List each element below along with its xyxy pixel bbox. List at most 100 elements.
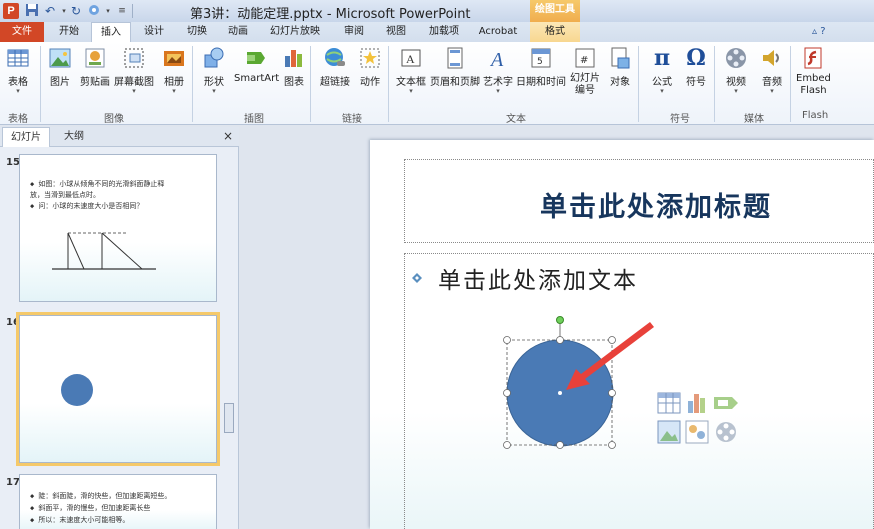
insert-smartart-button[interactable]: SmartArt bbox=[234, 46, 279, 84]
insert-symbol-button[interactable]: Ω 符号 bbox=[684, 46, 708, 88]
powerpoint-logo-icon[interactable]: P bbox=[3, 3, 19, 19]
insert-action-button[interactable]: 动作 bbox=[358, 46, 382, 88]
smartart-icon bbox=[245, 46, 269, 70]
tab-acrobat[interactable]: Acrobat bbox=[472, 22, 524, 42]
insert-chart-icon[interactable] bbox=[688, 394, 705, 413]
hyperlink-globe-icon bbox=[323, 46, 347, 70]
insert-media-icon[interactable] bbox=[716, 422, 736, 442]
tab-insert[interactable]: 插入 bbox=[91, 22, 131, 42]
action-star-icon bbox=[358, 46, 382, 70]
tab-slideshow[interactable]: 幻灯片放映 bbox=[262, 22, 328, 42]
insert-header-footer-button[interactable]: 页眉和页脚 bbox=[430, 46, 480, 88]
title-bar: P ↶ ▾ ↻ ▾ ≡ 第3讲：动能定理.pptx - Microsoft Po… bbox=[0, 0, 874, 22]
slide-number: 16 bbox=[6, 317, 20, 328]
tab-view[interactable]: 视图 bbox=[376, 22, 416, 42]
insert-clipart-icon[interactable] bbox=[685, 420, 709, 444]
insert-clipart-button[interactable]: 剪贴画 bbox=[80, 46, 110, 88]
panel-tabs: 幻灯片 大纲 × bbox=[0, 127, 239, 147]
group-label-links: 链接 bbox=[342, 114, 362, 125]
insert-wordart-button[interactable]: A 艺术字 ▾ bbox=[483, 46, 513, 95]
tab-animations[interactable]: 动画 bbox=[218, 22, 258, 42]
thumbnail-scrollbar[interactable] bbox=[222, 149, 236, 529]
title-placeholder-text[interactable]: 单击此处添加标题 bbox=[540, 185, 772, 224]
help-collapse-icon[interactable]: ▵ ? bbox=[812, 26, 826, 37]
insert-object-button[interactable]: 对象 bbox=[608, 46, 632, 88]
diamond-bullet-icon bbox=[412, 273, 422, 283]
insert-table-icon[interactable] bbox=[657, 392, 681, 414]
svg-text:5: 5 bbox=[537, 57, 543, 67]
tab-addins[interactable]: 加载项 bbox=[422, 22, 466, 42]
tab-review[interactable]: 审阅 bbox=[334, 22, 374, 42]
tab-home[interactable]: 开始 bbox=[49, 22, 89, 42]
wordart-icon: A bbox=[486, 46, 510, 71]
insert-textbox-button[interactable]: A 文本框 ▾ bbox=[396, 46, 426, 95]
pi-icon: π bbox=[653, 45, 671, 71]
slides-panel: 幻灯片 大纲 × 15 ◆ 如图：小球从倾角不同的光滑斜面静止释 放，当滑到最低… bbox=[0, 127, 239, 529]
save-icon[interactable] bbox=[24, 3, 40, 19]
svg-text:A: A bbox=[489, 49, 504, 70]
thumb-text-line: 放，当滑到最低点时。 bbox=[30, 191, 100, 199]
group-label-media: 媒体 bbox=[744, 114, 764, 125]
insert-screenshot-button[interactable]: 屏幕截图 ▾ bbox=[114, 46, 154, 95]
group-label-flash: Flash bbox=[802, 110, 829, 121]
tab-file[interactable]: 文件 bbox=[0, 22, 44, 42]
textbox-icon: A bbox=[399, 46, 423, 70]
insert-smartart-icon[interactable] bbox=[714, 397, 738, 409]
insert-audio-button[interactable]: 音频 ▾ bbox=[760, 46, 784, 95]
shapes-icon bbox=[202, 46, 226, 70]
slide-thumbnail-16[interactable] bbox=[16, 312, 220, 466]
thumb-text-line: ◆ 陡：斜面陡，滑的快些，但加速距离短些。 bbox=[30, 492, 172, 500]
tab-slides[interactable]: 幻灯片 bbox=[2, 127, 50, 147]
slide-thumbnail-17[interactable]: ◆ 陡：斜面陡，滑的快些，但加速距离短些。 ◆ 斜面平，滑的慢些，但加速距离长些… bbox=[19, 474, 217, 529]
insert-chart-button[interactable]: 图表 bbox=[282, 46, 306, 88]
window-title: 第3讲：动能定理.pptx - Microsoft PowerPoint bbox=[190, 7, 471, 22]
thumb-text-line: ◆ 斜面平，滑的慢些，但加速距离长些 bbox=[30, 504, 151, 512]
insert-equation-button[interactable]: π 公式 ▾ bbox=[650, 46, 674, 95]
thumb-text-line: ◆ 所以：末速度大小可能相等。 bbox=[30, 516, 130, 524]
incline-diagram bbox=[52, 232, 156, 270]
tab-transitions[interactable]: 切换 bbox=[177, 22, 217, 42]
header-footer-icon bbox=[443, 46, 467, 70]
insert-datetime-button[interactable]: 5 日期和时间 bbox=[516, 46, 566, 88]
scrollbar-thumb[interactable] bbox=[224, 403, 234, 433]
toolbar-divider bbox=[132, 4, 133, 18]
tab-design[interactable]: 设计 bbox=[134, 22, 174, 42]
film-reel-icon bbox=[724, 46, 748, 70]
thumb-circle-shape bbox=[61, 374, 93, 406]
ribbon-insert: 表格 ▾ 表格 图片 剪贴画 屏幕截图 ▾ 相册 ▾ 图像 形状 ▾ Smart… bbox=[0, 42, 874, 125]
insert-picture-button[interactable]: 图片 bbox=[48, 46, 72, 88]
customize-toolbar-icon[interactable]: ≡ bbox=[114, 3, 130, 19]
thumb-text-line: ◆ 问：小球的末速度大小是否相同？ bbox=[30, 202, 144, 210]
insert-shapes-button[interactable]: 形状 ▾ bbox=[202, 46, 226, 95]
tab-format[interactable]: 格式 bbox=[530, 22, 580, 42]
body-placeholder-text[interactable]: 单击此处添加文本 bbox=[438, 261, 638, 295]
group-label-symbols: 符号 bbox=[670, 114, 690, 125]
group-label-text: 文本 bbox=[506, 114, 526, 125]
speaker-icon bbox=[760, 46, 784, 70]
slide-number: 17 bbox=[6, 477, 20, 488]
ribbon-tabs: 文件 开始 插入 设计 切换 动画 幻灯片放映 审阅 视图 加载项 Acroba… bbox=[0, 22, 874, 42]
close-panel-icon[interactable]: × bbox=[223, 129, 233, 143]
picture-icon bbox=[48, 46, 72, 70]
svg-text:A: A bbox=[406, 52, 415, 66]
tab-outline[interactable]: 大纲 bbox=[56, 127, 92, 147]
screenshot-icon bbox=[122, 46, 146, 70]
embed-flash-button[interactable]: Embed Flash bbox=[796, 46, 831, 97]
omega-icon: Ω bbox=[686, 45, 706, 71]
calendar-icon: 5 bbox=[529, 46, 553, 70]
insert-slide-number-button[interactable]: # 幻灯片 编号 bbox=[570, 46, 600, 97]
insert-album-button[interactable]: 相册 ▾ bbox=[162, 46, 186, 95]
insert-hyperlink-button[interactable]: 超链接 bbox=[320, 46, 350, 88]
redo-icon[interactable]: ↻ bbox=[68, 3, 84, 19]
group-label-images: 图像 bbox=[104, 114, 124, 125]
thumb-text-line: ◆ 如图：小球从倾角不同的光滑斜面静止释 bbox=[30, 180, 165, 188]
object-icon bbox=[608, 46, 632, 70]
insert-picture-icon[interactable] bbox=[657, 420, 681, 444]
slide-thumbnail-15[interactable]: ◆ 如图：小球从倾角不同的光滑斜面静止释 放，当滑到最低点时。 ◆ 问：小球的末… bbox=[19, 154, 217, 302]
insert-table-button[interactable]: 表格 ▾ bbox=[6, 46, 30, 95]
slide-number-icon: # bbox=[573, 46, 597, 70]
svg-text:#: # bbox=[580, 55, 588, 66]
insert-video-button[interactable]: 视频 ▾ bbox=[724, 46, 748, 95]
group-label-tables: 表格 bbox=[8, 114, 28, 125]
drawing-tools-context-label: 绘图工具 bbox=[530, 0, 580, 22]
